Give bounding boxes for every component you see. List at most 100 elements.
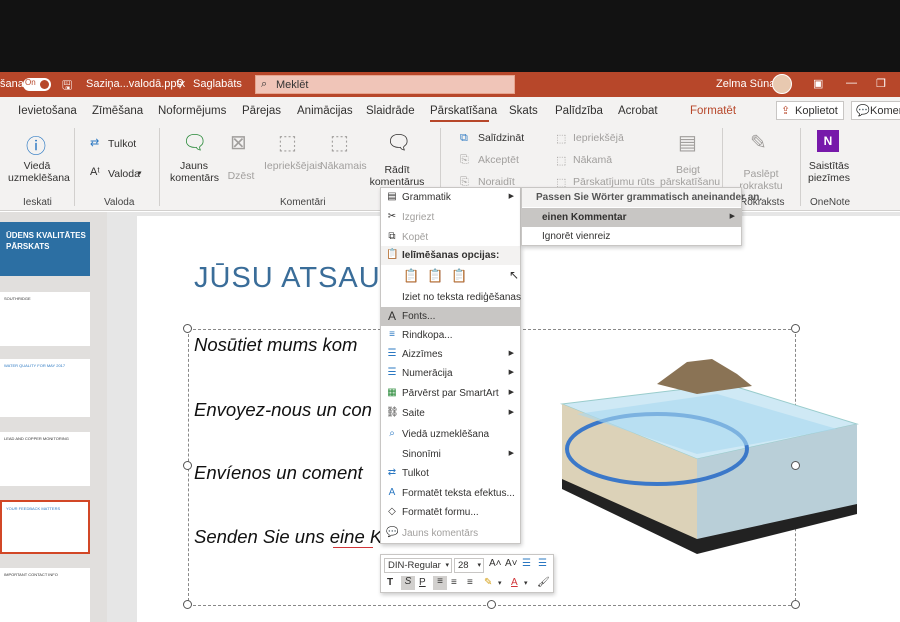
next-comment-button[interactable]: ⬚ Nākamais [320, 130, 367, 180]
show-comments-button[interactable]: 🗨 Rādīt komentārus [366, 130, 428, 192]
tab-format[interactable]: Formatēt [690, 105, 736, 117]
tab-acrobat[interactable]: Acrobat [618, 105, 658, 117]
resize-handle[interactable] [183, 461, 192, 470]
chevron-down-icon: ▾ [477, 562, 481, 569]
menu-item-copy[interactable]: ⧉ Kopēt [381, 228, 520, 247]
menu-item-bullets[interactable]: ☰ Aizzīmes ▶ [381, 345, 520, 364]
previous-comment-button[interactable]: ⬚ Iepriekšējais [264, 130, 322, 180]
new-comment-button[interactable]: 🗨 Jauns komentārs [170, 130, 219, 192]
font-name-dropdown[interactable]: DIN-Regular ▾ [384, 558, 452, 573]
highlight-color-icon[interactable]: ✎ [484, 577, 492, 588]
body-line-3[interactable]: Envíenos un coment [194, 462, 363, 484]
menu-item-synonyms[interactable]: Sinonīmi ▶ [381, 445, 520, 464]
align-center-icon[interactable]: ≡ [451, 577, 457, 588]
file-name[interactable]: Saziņa...valodā.pptx [86, 78, 185, 90]
resize-handle[interactable] [791, 600, 800, 609]
menu-item-smart-lookup[interactable]: ⌕ Viedā uzmeklēšana [381, 425, 520, 444]
menu-item-format-shape[interactable]: ◇ Formatēt formu... [381, 503, 520, 522]
hide-ink-button[interactable]: ✎ Paslēpt rokrakstu [732, 130, 790, 192]
menu-item-font[interactable]: A Fonts... [381, 307, 520, 326]
align-right-icon[interactable]: ≡ [467, 577, 473, 588]
menu-item-exit-text-editing[interactable]: Iziet no teksta rediģēšanas [381, 288, 521, 307]
next-change-button[interactable]: ⬚ Nākamā [556, 154, 646, 168]
chevron-down-icon[interactable]: ▾ [498, 579, 502, 587]
menu-item-translate[interactable]: ⇄ Tulkot [381, 464, 520, 483]
body-line-1[interactable]: Nosūtiet mums kom [194, 334, 357, 356]
align-left-icon[interactable]: ≡ [433, 576, 447, 590]
resize-handle[interactable] [791, 461, 800, 470]
minimize-icon[interactable]: — [846, 77, 857, 89]
grammar-underline [333, 547, 373, 548]
tab-slideshow[interactable]: Slaidrāde [366, 105, 415, 117]
compare-button[interactable]: ⧉ Salīdzināt [460, 132, 540, 146]
group-insights-label: Ieskati [23, 197, 52, 208]
font-color-icon[interactable]: A [511, 577, 518, 588]
menu-item-grammar[interactable]: ▤ Grammatik ▶ [381, 188, 520, 207]
menu-item-format-text-effects[interactable]: A Formatēt teksta efektus... [381, 484, 520, 503]
increase-font-size-icon[interactable]: A˄ [489, 558, 502, 569]
numbering-icon[interactable]: ☰ [538, 558, 547, 569]
submenu-item-suggestion[interactable]: einen Kommentar ▶ [522, 208, 741, 227]
resize-handle[interactable] [183, 600, 192, 609]
slide-thumbnail-4[interactable]: LEAD AND COPPER MONITORING [0, 432, 90, 486]
menu-item-link[interactable]: ⛓ Saite ▶ [381, 404, 520, 423]
translate-button[interactable]: ⇄ Tulkot [90, 136, 140, 152]
comments-button[interactable]: 💬 Komen [851, 101, 900, 120]
accept-button[interactable]: ⎘ Akceptēt [460, 154, 540, 168]
decrease-font-size-icon[interactable]: A˅ [505, 558, 518, 569]
previous-change-button[interactable]: ⬚ Iepriekšējā [556, 132, 646, 146]
ribbon-display-icon[interactable]: ▣ [813, 77, 823, 90]
slide-thumbnail-5-selected[interactable]: YOUR FEEDBACK MATTERS [0, 500, 90, 554]
underline-icon[interactable]: P [419, 577, 426, 588]
tab-animations[interactable]: Animācijas [297, 105, 353, 117]
share-button[interactable]: ⇪ Koplietot [776, 101, 844, 120]
tab-insert[interactable]: Ievietošana [18, 105, 77, 117]
format-painter-icon[interactable]: 🖌 [537, 577, 550, 588]
tab-view[interactable]: Skats [509, 105, 538, 117]
menu-item-numbering[interactable]: ☰ Numerācija ▶ [381, 364, 520, 383]
menu-item-new-comment[interactable]: 💬 Jauns komentārs [381, 524, 520, 543]
submenu-item-ignore-once[interactable]: Ignorēt vienreiz [522, 228, 741, 246]
italic-icon[interactable]: S [401, 576, 415, 590]
slide-title[interactable]: JŪSU ATSAUK [194, 262, 401, 295]
language-button[interactable]: Aᵗ Valoda ▾ [90, 166, 148, 182]
user-name[interactable]: Zelma Sūna [716, 78, 775, 90]
paste-merge-icon[interactable]: 📋 [427, 268, 443, 284]
slide-thumbnail-2[interactable]: SOUTHRIDGE [0, 292, 90, 346]
menu-item-convert-smartart[interactable]: ▦ Pārvērst par SmartArt ▶ [381, 384, 520, 403]
smart-lookup-button[interactable]: ⓘ Viedā uzmeklēšana [8, 130, 70, 192]
font-size-dropdown[interactable]: 28 ▾ [454, 558, 484, 573]
tab-draw[interactable]: Zīmēšana [92, 105, 143, 117]
active-tab-underline [430, 120, 489, 122]
bold-icon[interactable]: T [387, 577, 393, 588]
bullets-icon[interactable]: ☰ [522, 558, 531, 569]
menu-item-cut[interactable]: ✂ Izgriezt [381, 208, 520, 227]
restore-icon[interactable]: ❐ [876, 77, 886, 90]
title-bar: šana On 🖫 Saziņa...valodā.pptx ⚲ Saglabā… [0, 72, 900, 97]
paste-text-only-icon[interactable]: 📋 [451, 268, 467, 284]
slide-thumbnail-1[interactable]: ŪDENS KVALITĀTES PĀRSKATS [0, 222, 90, 276]
previous-change-icon: ⬚ [556, 133, 567, 145]
autosave-toggle[interactable]: On [23, 78, 51, 91]
tab-help[interactable]: Palīdzība [555, 105, 603, 117]
thumbnail-title: ŪDENS KVALITĀTES PĀRSKATS [6, 231, 86, 251]
delete-comment-button[interactable]: ⊠ Dzēst [224, 130, 258, 192]
body-line-2[interactable]: Envoyez-nous un con [194, 399, 372, 421]
menu-item-paragraph[interactable]: ≡ Rindkopa... [381, 326, 520, 345]
slide-thumbnail-6[interactable]: IMPORTANT CONTACT INFO [0, 568, 90, 622]
end-review-button[interactable]: ▤ Beigt pārskatīšanu [660, 130, 720, 192]
paste-keep-source-icon[interactable]: 📋 [403, 268, 419, 284]
tab-transitions[interactable]: Pārejas [242, 105, 281, 117]
tab-design[interactable]: Noformējums [158, 105, 226, 117]
tab-review[interactable]: Pārskatīšana [430, 105, 497, 117]
linked-notes-button[interactable]: N Saistītās piezīmes [806, 130, 852, 192]
resize-handle[interactable] [487, 600, 496, 609]
avatar[interactable] [772, 74, 792, 94]
slide-thumbnail-3[interactable]: WATER QUALITY FOR MAY 2017 [0, 359, 90, 417]
resize-handle[interactable] [183, 324, 192, 333]
translate-label: Tulkot [108, 138, 137, 150]
chevron-down-icon[interactable]: ▾ [524, 579, 528, 587]
search-box[interactable]: ⌕ Meklēt [255, 75, 515, 94]
save-icon[interactable]: 🖫 [62, 76, 72, 97]
resize-handle[interactable] [791, 324, 800, 333]
